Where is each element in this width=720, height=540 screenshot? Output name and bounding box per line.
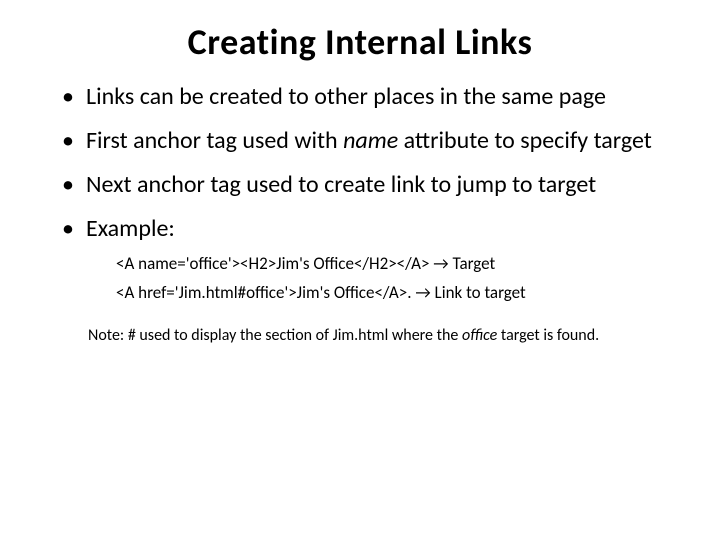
footnote: Note: # used to display the section of J… — [50, 326, 670, 345]
footnote-post: target is found. — [497, 326, 599, 345]
bullet-item-2: First anchor tag used with name attribut… — [58, 126, 670, 156]
bullet-2-text-pre: First anchor tag used with — [86, 126, 343, 155]
bullet-item-4: Example: <A name='office'><H2>Jim's Offi… — [58, 214, 670, 308]
example-line-1: <A name='office'><H2>Jim's Office</H2></… — [116, 250, 670, 279]
bullet-4-label: Example: — [86, 214, 175, 243]
example-block: <A name='office'><H2>Jim's Office</H2></… — [86, 250, 670, 308]
bullet-item-3: Next anchor tag used to create link to j… — [58, 170, 670, 200]
bullet-2-text-post: attribute to specify target — [398, 126, 652, 155]
bullet-item-1: Links can be created to other places in … — [58, 82, 670, 112]
slide-title: Creating Internal Links — [50, 20, 670, 64]
bullet-2-italic-name: name — [343, 126, 398, 155]
bullet-list: Links can be created to other places in … — [50, 82, 670, 308]
footnote-pre: Note: # used to display the section of J… — [88, 326, 462, 345]
footnote-italic-office: office — [462, 326, 497, 345]
example-line-2: <A href='Jim.html#office'>Jim's Office</… — [116, 279, 670, 308]
